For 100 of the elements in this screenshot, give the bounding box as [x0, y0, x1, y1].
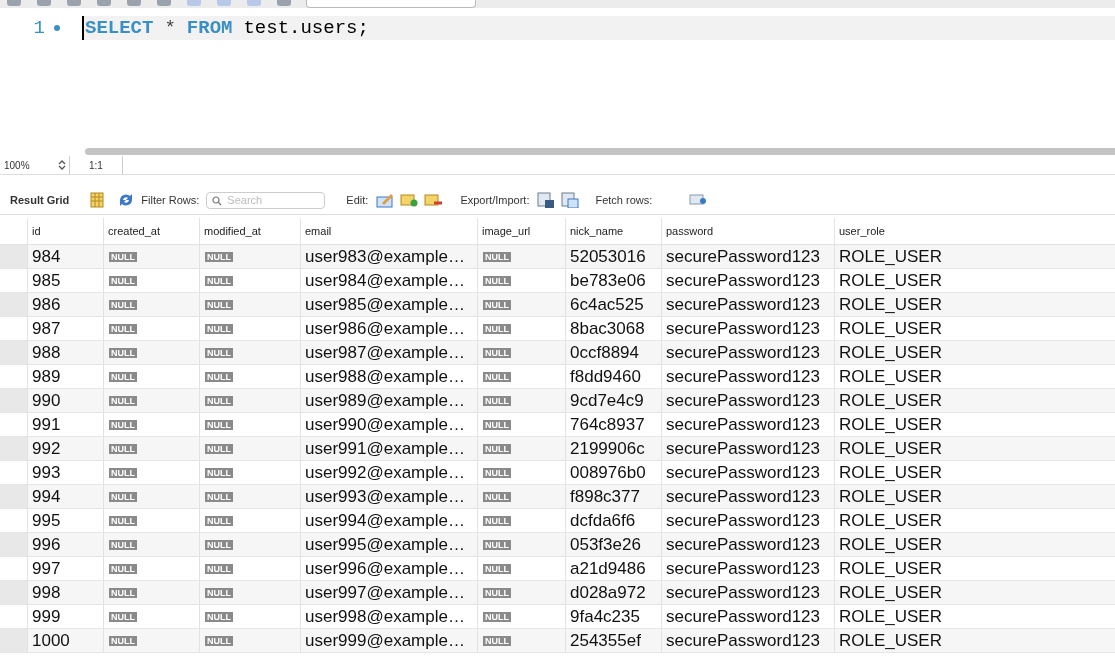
toolbar-icon[interactable] [186, 0, 202, 8]
table-cell-text: ROLE_USER [839, 557, 942, 580]
table-cell-text: d028a972 [570, 581, 646, 604]
table-cell-text: user985@example… [305, 293, 465, 316]
add-row-icon[interactable] [400, 192, 419, 208]
column-header[interactable]: modified_at [199, 218, 300, 244]
table-cell-text: ROLE_USER [839, 605, 942, 628]
toolbar-icon[interactable] [246, 0, 262, 8]
table-cell-text: 994 [32, 485, 61, 508]
toolbar-icon[interactable] [156, 0, 172, 8]
table-cell-text: 998 [32, 581, 61, 604]
table-cell-text: 9cd7e4c9 [570, 389, 644, 412]
sql-token: test.users; [243, 15, 369, 41]
table-cell-text: securePassword123 [666, 629, 821, 652]
delete-row-icon[interactable] [424, 192, 443, 208]
toolbar-icon[interactable] [6, 0, 22, 8]
table-cell-text: ROLE_USER [839, 317, 942, 340]
toolbar-icon[interactable] [216, 0, 232, 8]
table-cell-text: ROLE_USER [839, 437, 942, 460]
null-badge: NULL [109, 467, 137, 478]
zoom-level[interactable]: 100% [4, 157, 30, 173]
table-cell-text: user989@example… [305, 389, 465, 412]
table-cell-text: ROLE_USER [839, 485, 942, 508]
table-cell-text: 989 [32, 365, 61, 388]
fetch-rows-label: Fetch rows: [595, 192, 653, 208]
null-badge: NULL [483, 635, 511, 646]
sql-token: FROM [186, 15, 233, 41]
table-cell-text: ROLE_USER [839, 245, 942, 268]
dot-icon [53, 24, 61, 32]
null-badge: NULL [205, 323, 233, 334]
table-cell-text: user990@example… [305, 413, 465, 436]
null-badge: NULL [109, 539, 137, 550]
edit-label: Edit: [346, 192, 369, 208]
line-number: 1 [32, 15, 45, 41]
table-cell-text: user987@example… [305, 341, 465, 364]
toolbar-icon[interactable] [276, 0, 292, 8]
null-badge: NULL [483, 515, 511, 526]
null-badge: NULL [109, 635, 137, 646]
null-badge: NULL [109, 347, 137, 358]
sql-token: * [164, 15, 176, 41]
table-cell-text: user999@example… [305, 629, 465, 652]
toolbar-icon[interactable] [126, 0, 142, 8]
table-cell-text: 008976b0 [570, 461, 646, 484]
fetch-icon[interactable] [689, 192, 708, 208]
toolbar-icon[interactable] [66, 0, 82, 8]
table-cell-text: securePassword123 [666, 269, 821, 292]
column-header[interactable]: email [300, 218, 477, 244]
table-cell-text: be783e06 [570, 269, 646, 292]
null-badge: NULL [205, 275, 233, 286]
filter-label: Filter Rows: [141, 192, 200, 208]
column-header[interactable]: nick_name [565, 218, 661, 244]
column-header[interactable]: id [27, 218, 103, 244]
result-grid-title[interactable]: Result Grid [10, 191, 70, 209]
table-cell-text: user993@example… [305, 485, 465, 508]
search-field[interactable]: Search [206, 191, 326, 209]
table-cell-text: user996@example… [305, 557, 465, 580]
toolbar-icon[interactable] [36, 0, 52, 8]
table-cell-text: 996 [32, 533, 61, 556]
null-badge: NULL [205, 563, 233, 574]
table-cell-text: user986@example… [305, 317, 465, 340]
null-badge: NULL [205, 491, 233, 502]
table-cell-text: ROLE_USER [839, 533, 942, 556]
null-badge: NULL [483, 491, 511, 502]
table-cell-text: securePassword123 [666, 437, 821, 460]
export-import-label: Export/Import: [460, 192, 530, 208]
null-badge: NULL [483, 467, 511, 478]
table-cell-text: securePassword123 [666, 509, 821, 532]
edit-row-icon[interactable] [376, 192, 395, 208]
import-icon[interactable] [561, 192, 580, 208]
table-cell-text: ROLE_USER [839, 389, 942, 412]
table-cell-text: f8dd9460 [570, 365, 641, 388]
table-cell-text: securePassword123 [666, 413, 821, 436]
table-cell-text: 0ccf8894 [570, 341, 639, 364]
table-cell-text: 254355ef [570, 629, 641, 652]
table-cell-text: securePassword123 [666, 485, 821, 508]
null-badge: NULL [483, 371, 511, 382]
column-header[interactable]: user_role [834, 218, 960, 244]
table-cell-text: securePassword123 [666, 581, 821, 604]
columns-icon[interactable] [88, 192, 107, 208]
column-header[interactable]: image_url [477, 218, 565, 244]
table-cell-text: user998@example… [305, 605, 465, 628]
column-header[interactable]: password [661, 218, 834, 244]
toolbar-icon[interactable] [96, 0, 112, 8]
null-badge: NULL [483, 443, 511, 454]
table-cell-text: 8bac3068 [570, 317, 645, 340]
null-badge: NULL [109, 443, 137, 454]
null-badge: NULL [205, 395, 233, 406]
null-badge: NULL [109, 275, 137, 286]
table-cell-text: ROLE_USER [839, 269, 942, 292]
null-badge: NULL [109, 299, 137, 310]
null-badge: NULL [205, 611, 233, 622]
table-cell-text: securePassword123 [666, 605, 821, 628]
table-cell-text: securePassword123 [666, 557, 821, 580]
stepper-icon[interactable] [58, 159, 66, 171]
table-cell-text: user991@example… [305, 437, 465, 460]
null-badge: NULL [109, 371, 137, 382]
null-badge: NULL [205, 467, 233, 478]
table-cell-text: 991 [32, 413, 61, 436]
column-header[interactable]: created_at [103, 218, 199, 244]
export-icon[interactable] [537, 192, 556, 208]
